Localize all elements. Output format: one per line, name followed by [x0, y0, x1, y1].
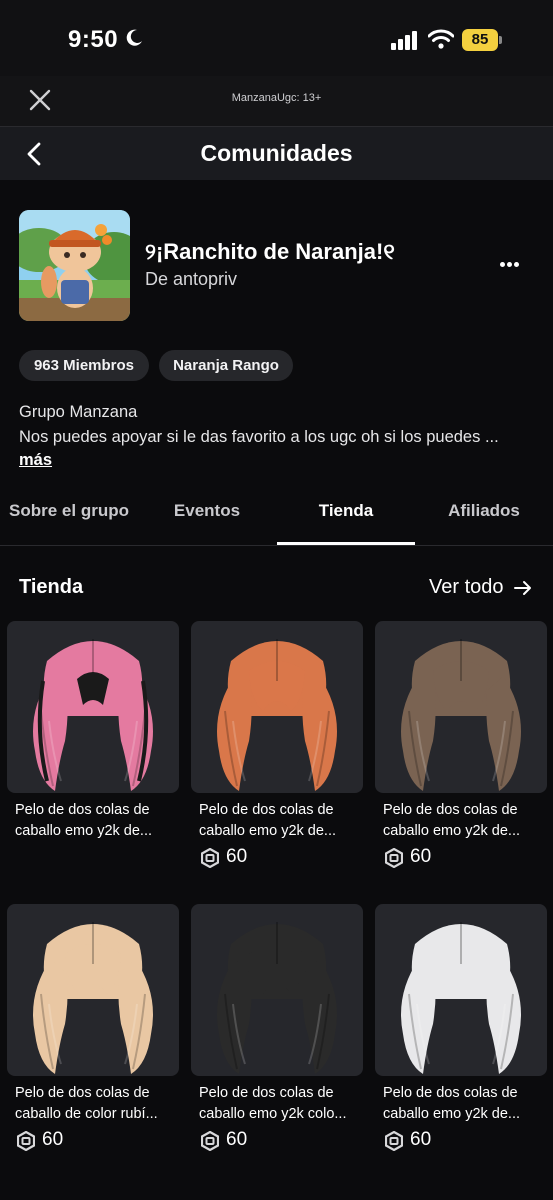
- item-name-line-1: Pelo de dos colas de: [15, 1085, 150, 1101]
- moon-icon: [126, 29, 142, 46]
- more-options-icon[interactable]: [494, 254, 524, 274]
- robux-icon: [385, 1131, 403, 1151]
- hair-item-image: [33, 639, 153, 791]
- group-avatar[interactable]: [19, 210, 130, 321]
- read-more-link[interactable]: más: [19, 451, 52, 470]
- group-owner[interactable]: De antopriv: [145, 269, 237, 290]
- item-price-amount: 60: [410, 1129, 432, 1150]
- store-item-card[interactable]: Pelo de dos colas de caballo emo y2k de.…: [191, 621, 363, 881]
- battery-icon: 85: [462, 29, 502, 51]
- tab-events[interactable]: Eventos: [138, 501, 276, 521]
- group-avatar-image: [19, 210, 130, 321]
- item-thumbnail[interactable]: [375, 904, 547, 1076]
- robux-icon: [201, 848, 219, 868]
- item-name-line-1: Pelo de dos colas de: [199, 1085, 334, 1101]
- robux-icon: [17, 1131, 35, 1151]
- tab-store[interactable]: Tienda: [277, 501, 415, 521]
- nav-bar: Comunidades: [0, 127, 553, 180]
- rank-chip[interactable]: Naranja Rango: [159, 350, 293, 381]
- item-name-line-1: Pelo de dos colas de: [383, 802, 518, 818]
- store-item-card[interactable]: Pelo de dos colas de caballo emo y2k de.…: [375, 621, 547, 881]
- tab-about[interactable]: Sobre el grupo: [0, 501, 138, 521]
- item-name-line-2: caballo emo y2k de...: [383, 822, 521, 839]
- item-thumbnail[interactable]: [375, 621, 547, 793]
- item-price-amount: 60: [226, 846, 248, 867]
- robux-icon: [201, 1131, 219, 1151]
- tab-affiliates[interactable]: Afiliados: [415, 501, 553, 521]
- page-title: Comunidades: [200, 140, 353, 166]
- hair-item-image: [401, 922, 521, 1074]
- hair-item-image: [401, 639, 521, 791]
- item-thumbnail[interactable]: [7, 904, 179, 1076]
- item-name-line-2: caballo emo y2k colo...: [199, 1105, 347, 1122]
- signal-icon: [391, 31, 417, 50]
- item-thumbnail[interactable]: [191, 904, 363, 1076]
- item-name-line-2: caballo emo y2k de...: [199, 822, 337, 839]
- page-host: ManzanaUgc: 13+: [231, 92, 322, 104]
- item-name-line-1: Pelo de dos colas de: [199, 802, 334, 818]
- group-description: Nos puedes apoyar si le das favorito a l…: [19, 428, 499, 446]
- item-price-amount: 60: [42, 1129, 64, 1150]
- item-price-amount: 60: [410, 846, 432, 867]
- item-name[interactable]: Pelo de dos colas de caballo emo y2k de.…: [15, 800, 175, 841]
- hair-item-image: [217, 639, 337, 791]
- item-thumbnail[interactable]: [191, 621, 363, 793]
- divider: [0, 545, 553, 546]
- store-item-card[interactable]: Pelo de dos colas de caballo de color ru…: [7, 904, 179, 1164]
- hair-item-image: [217, 922, 337, 1074]
- status-time: 9:50: [68, 26, 119, 53]
- store-item-card[interactable]: Pelo de dos colas de caballo emo y2k de.…: [7, 621, 179, 881]
- item-thumbnail[interactable]: [7, 621, 179, 793]
- item-name[interactable]: Pelo de dos colas de caballo de color ru…: [15, 1083, 175, 1124]
- item-name[interactable]: Pelo de dos colas de caballo emo y2k de.…: [383, 1083, 543, 1124]
- browser-top-bar: ManzanaUgc: 13+: [0, 76, 553, 126]
- item-name-line-1: Pelo de dos colas de: [15, 802, 150, 818]
- status-bar: 9:50 85: [0, 0, 553, 76]
- store-item-card[interactable]: Pelo de dos colas de caballo emo y2k de.…: [375, 904, 547, 1164]
- store-item-card[interactable]: Pelo de dos colas de caballo emo y2k col…: [191, 904, 363, 1164]
- battery-level: 85: [462, 29, 498, 51]
- item-price-amount: 60: [226, 1129, 248, 1150]
- wifi-icon: [428, 29, 454, 49]
- group-name: ୨¡Ranchito de Naranja!୧: [145, 239, 395, 264]
- store-section-title: Tienda: [19, 576, 84, 598]
- item-name-line-2: caballo emo y2k de...: [383, 1105, 521, 1122]
- item-name[interactable]: Pelo de dos colas de caballo emo y2k col…: [199, 1083, 359, 1124]
- members-chip[interactable]: 963 Miembros: [19, 350, 149, 381]
- item-name-line-2: caballo de color rubí...: [15, 1105, 158, 1122]
- item-name[interactable]: Pelo de dos colas de caballo emo y2k de.…: [383, 800, 543, 841]
- item-name-line-2: caballo emo y2k de...: [15, 822, 153, 839]
- group-description-title: Grupo Manzana: [19, 403, 138, 421]
- hair-item-image: [33, 922, 153, 1074]
- item-name-line-1: Pelo de dos colas de: [383, 1085, 518, 1101]
- robux-icon: [385, 848, 403, 868]
- item-name[interactable]: Pelo de dos colas de caballo emo y2k de.…: [199, 800, 359, 841]
- see-all-link[interactable]: Ver todo: [429, 576, 504, 599]
- arrow-right-icon[interactable]: [513, 578, 533, 598]
